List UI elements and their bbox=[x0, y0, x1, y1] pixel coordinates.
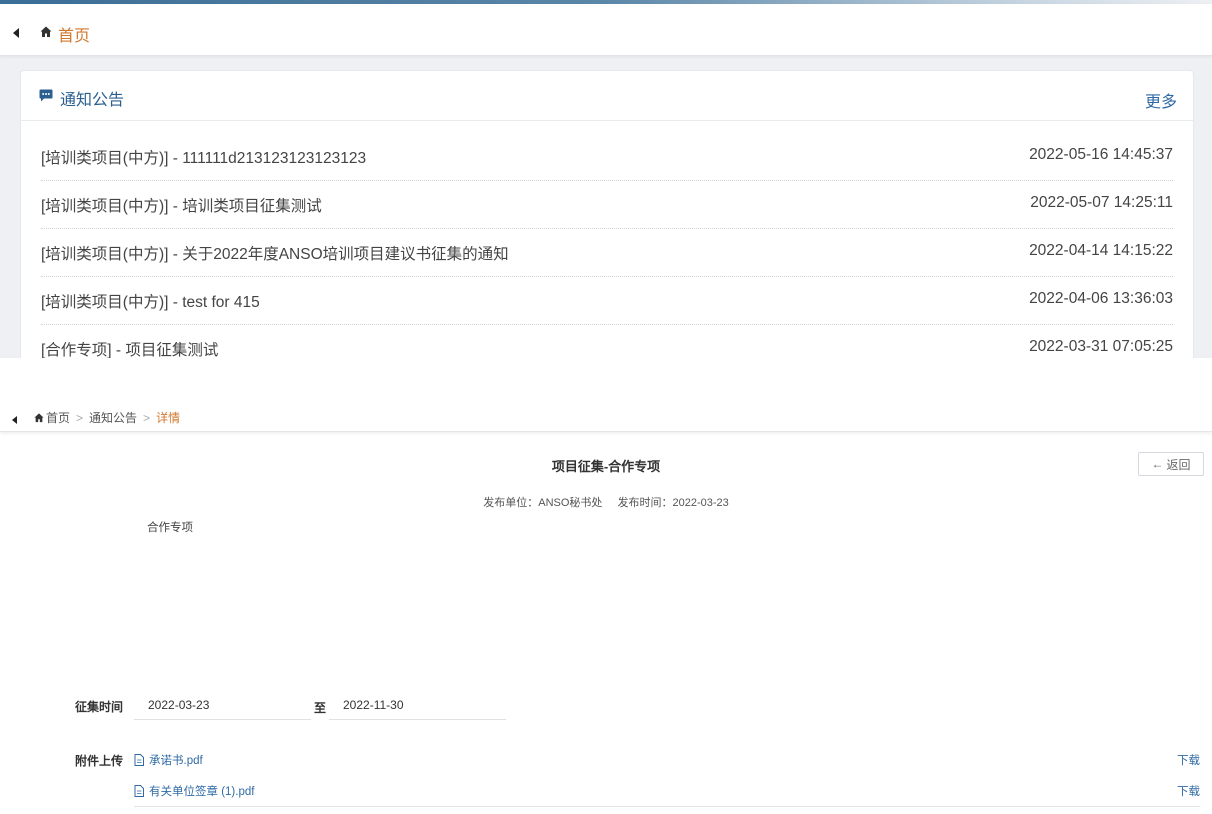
back-button[interactable]: ← 返回 bbox=[1138, 452, 1204, 476]
breadcrumb-bar: 首页 > 通知公告 > 详情 bbox=[0, 396, 1212, 432]
download-link[interactable]: 下载 bbox=[1177, 783, 1200, 799]
publisher-text: 发布单位：ANSO秘书处 bbox=[483, 497, 603, 509]
notice-list-item[interactable]: [培训类项目(中方)] - 培训类项目征集测试 2022-05-07 14:25… bbox=[41, 181, 1173, 229]
sidebar-collapse-icon[interactable] bbox=[13, 28, 19, 38]
notice-title[interactable]: [合作专项] - 项目征集测试 bbox=[41, 338, 218, 360]
notice-list: [培训类项目(中方)] - 111111d213123123123123 202… bbox=[41, 133, 1173, 373]
attachments-label: 附件上传 bbox=[75, 754, 124, 768]
notice-list-item[interactable]: [培训类项目(中方)] - test for 415 2022-04-06 13… bbox=[41, 277, 1173, 325]
home-icon bbox=[34, 412, 44, 422]
breadcrumb-home-link[interactable]: 首页 bbox=[58, 22, 90, 46]
notice-card: 通知公告 更多 [培训类项目(中方)] - 111111d21312312312… bbox=[20, 70, 1194, 373]
detail-meta: 发布单位：ANSO秘书处 发布时间：2022-03-23 bbox=[0, 494, 1212, 510]
notice-title[interactable]: [培训类项目(中方)] - 关于2022年度ANSO培训项目建议书征集的通知 bbox=[41, 242, 509, 264]
document-icon bbox=[134, 785, 144, 797]
breadcrumb-current: 详情 bbox=[156, 411, 181, 425]
notice-title[interactable]: [培训类项目(中方)] - test for 415 bbox=[41, 290, 260, 312]
notice-card-title: 通知公告 bbox=[60, 92, 125, 109]
notice-title[interactable]: [培训类项目(中方)] - 111111d213123123123123 bbox=[41, 146, 366, 168]
sidebar-collapse-icon[interactable] bbox=[12, 416, 17, 424]
detail-body: 合作专项 bbox=[147, 522, 193, 534]
breadcrumb-separator-icon: > bbox=[143, 410, 151, 425]
notice-card-header: 通知公告 更多 bbox=[21, 71, 1193, 121]
breadcrumb-home-link[interactable]: 首页 bbox=[46, 409, 70, 426]
top-nav-bar: 首页 bbox=[0, 4, 1212, 56]
divider bbox=[134, 806, 1200, 807]
attachment-row: 有关单位签章 (1).pdf 下载 bbox=[134, 777, 1200, 803]
attachment-row: 承诺书.pdf 下载 bbox=[134, 746, 1200, 772]
notice-timestamp: 2022-04-06 13:36:03 bbox=[1029, 290, 1173, 307]
notice-timestamp: 2022-04-14 14:15:22 bbox=[1029, 242, 1173, 259]
breadcrumb: 首页 > 通知公告 > 详情 bbox=[34, 409, 180, 426]
notice-list-item[interactable]: [培训类项目(中方)] - 关于2022年度ANSO培训项目建议书征集的通知 2… bbox=[41, 229, 1173, 277]
breadcrumb-separator-icon: > bbox=[76, 410, 84, 425]
publish-time-text: 发布时间：2022-03-23 bbox=[617, 497, 729, 509]
download-link[interactable]: 下载 bbox=[1177, 752, 1200, 768]
end-date-field[interactable] bbox=[329, 690, 506, 720]
home-icon bbox=[40, 26, 52, 37]
notice-list-item[interactable]: [培训类项目(中方)] - 111111d213123123123123 202… bbox=[41, 133, 1173, 181]
date-range-separator: 至 bbox=[314, 701, 327, 715]
notice-timestamp: 2022-05-16 14:45:37 bbox=[1029, 146, 1173, 163]
attachment-file-link[interactable]: 承诺书.pdf bbox=[149, 752, 203, 768]
document-icon bbox=[134, 754, 144, 766]
more-link[interactable]: 更多 bbox=[1145, 88, 1177, 112]
back-button-label: 返回 bbox=[1166, 457, 1191, 472]
notice-detail-panel: 首页 > 通知公告 > 详情 项目征集-合作专项 ← 返回 发布单位：ANSO秘… bbox=[0, 358, 1212, 814]
chat-bubble-icon bbox=[39, 89, 53, 102]
start-date-field[interactable] bbox=[134, 690, 311, 720]
breadcrumb-notice-link[interactable]: 通知公告 bbox=[89, 409, 137, 426]
back-arrow-icon: ← bbox=[1151, 457, 1164, 471]
notice-title[interactable]: [培训类项目(中方)] - 培训类项目征集测试 bbox=[41, 194, 322, 216]
collection-period-label: 征集时间 bbox=[75, 700, 124, 714]
detail-title: 项目征集-合作专项 bbox=[551, 459, 661, 474]
attachment-file-link[interactable]: 有关单位签章 (1).pdf bbox=[149, 783, 254, 799]
notice-timestamp: 2022-03-31 07:05:25 bbox=[1029, 338, 1173, 355]
home-dashboard-panel: 首页 通知公告 更多 [培训类项目(中方)] - 111111d21312312… bbox=[0, 0, 1212, 373]
notice-timestamp: 2022-05-07 14:25:11 bbox=[1030, 194, 1173, 211]
